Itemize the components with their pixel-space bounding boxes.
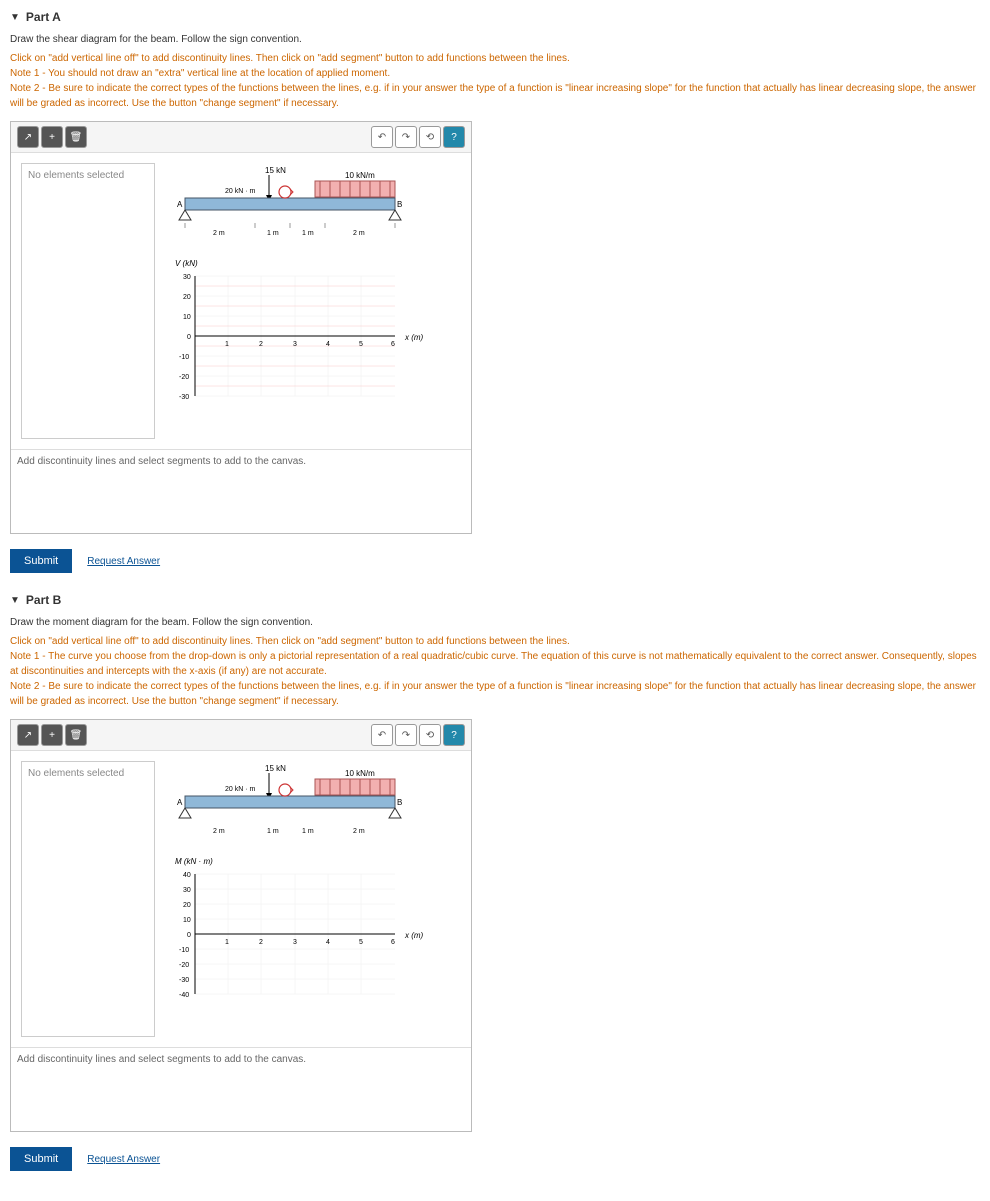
svg-text:10: 10 <box>183 917 191 924</box>
svg-text:10 kN/m: 10 kN/m <box>345 769 375 778</box>
chevron-down-icon: ▼ <box>10 595 20 606</box>
moment-bottom-toolbar: Add discontinuity lines and select segme… <box>11 1047 471 1071</box>
part-a-collapse[interactable]: ▼ Part A <box>10 10 980 24</box>
delete-tool[interactable]: 🗑 <box>65 724 87 746</box>
part-b-line1: Click on "add vertical line off" to add … <box>10 634 980 649</box>
submit-button-b[interactable]: Submit <box>10 1147 72 1171</box>
moment-toolbar: ↗ + 🗑 ↶ ↷ ⟲ ? <box>11 720 471 751</box>
svg-text:2 m: 2 m <box>353 230 365 237</box>
help-button[interactable]: ? <box>443 724 465 746</box>
svg-text:-20: -20 <box>179 962 189 969</box>
svg-text:40: 40 <box>183 872 191 879</box>
svg-text:30: 30 <box>183 887 191 894</box>
svg-text:-10: -10 <box>179 354 189 361</box>
svg-text:5: 5 <box>359 939 363 946</box>
svg-text:6: 6 <box>391 341 395 348</box>
svg-text:1: 1 <box>225 939 229 946</box>
add-tool[interactable]: + <box>41 724 63 746</box>
svg-text:10: 10 <box>183 314 191 321</box>
svg-text:20: 20 <box>183 902 191 909</box>
beam-diagram: 15 kN 10 kN/m A B 20 kN · m 2 m 1 m 1 m 2 m <box>165 761 425 851</box>
svg-text:2 m: 2 m <box>213 230 225 237</box>
point-load-label: 15 kN <box>265 166 286 175</box>
part-b-section: ▼ Part B Draw the moment diagram for the… <box>10 593 980 1171</box>
reset-button[interactable]: ⟲ <box>419 724 441 746</box>
svg-text:x (m): x (m) <box>404 931 424 940</box>
shear-toolbar: ↗ + 🗑 ↶ ↷ ⟲ ? <box>11 122 471 153</box>
delete-tool[interactable]: 🗑 <box>65 126 87 148</box>
moment-plot[interactable]: M (kN · m) 403020100-10-20-30-40 123456 … <box>165 854 425 1034</box>
svg-text:3: 3 <box>293 939 297 946</box>
reset-button[interactable]: ⟲ <box>419 126 441 148</box>
svg-text:2: 2 <box>259 939 263 946</box>
beam-diagram: 15 kN 10 kN/m A B 20 kN · m 2 m 1 m 1 m 2 m <box>165 163 425 253</box>
request-answer-b[interactable]: Request Answer <box>87 1154 160 1165</box>
moment-panel: ↗ + 🗑 ↶ ↷ ⟲ ? No elements selected 15 kN… <box>10 719 472 1132</box>
part-a-note1: Note 1 - You should not draw an "extra" … <box>10 66 980 81</box>
svg-text:0: 0 <box>187 932 191 939</box>
chevron-down-icon: ▼ <box>10 12 20 23</box>
svg-text:-30: -30 <box>179 394 189 401</box>
part-b-title: Part B <box>26 593 61 607</box>
request-answer-a[interactable]: Request Answer <box>87 556 160 567</box>
dist-load-label: 10 kN/m <box>345 171 375 180</box>
part-a-title: Part A <box>26 10 61 24</box>
pointer-tool[interactable]: ↗ <box>17 724 39 746</box>
redo-button[interactable]: ↷ <box>395 126 417 148</box>
part-b-note1: Note 1 - The curve you choose from the d… <box>10 649 980 679</box>
svg-text:A: A <box>177 798 183 807</box>
shear-plot[interactable]: V (kN) 30 20 10 0 -10 -20 -30 1 2 3 4 5 6 x (m) <box>165 256 425 436</box>
svg-text:15 kN: 15 kN <box>265 764 286 773</box>
svg-text:1 m: 1 m <box>267 828 279 835</box>
svg-text:4: 4 <box>326 939 330 946</box>
xlabel: x (m) <box>404 333 424 342</box>
undo-button[interactable]: ↶ <box>371 126 393 148</box>
part-a-note2: Note 2 - Be sure to indicate the correct… <box>10 81 980 111</box>
svg-text:0: 0 <box>187 334 191 341</box>
part-a-intro: Draw the shear diagram for the beam. Fol… <box>10 32 980 47</box>
svg-text:1: 1 <box>225 341 229 348</box>
selection-info: No elements selected <box>21 761 155 1037</box>
part-b-collapse[interactable]: ▼ Part B <box>10 593 980 607</box>
svg-text:2 m: 2 m <box>353 828 365 835</box>
submit-button-a[interactable]: Submit <box>10 549 72 573</box>
help-button[interactable]: ? <box>443 126 465 148</box>
support-a-label: A <box>177 200 183 209</box>
support-b-label: B <box>397 200 402 209</box>
svg-text:-30: -30 <box>179 977 189 984</box>
svg-text:1 m: 1 m <box>302 230 314 237</box>
svg-text:4: 4 <box>326 341 330 348</box>
ylabel-moment: M (kN · m) <box>175 857 213 866</box>
undo-button[interactable]: ↶ <box>371 724 393 746</box>
moment-label: 20 kN · m <box>225 188 256 195</box>
part-b-intro: Draw the moment diagram for the beam. Fo… <box>10 615 980 630</box>
svg-text:1 m: 1 m <box>267 230 279 237</box>
svg-text:1 m: 1 m <box>302 828 314 835</box>
part-a-line1: Click on "add vertical line off" to add … <box>10 51 980 66</box>
svg-text:20: 20 <box>183 294 191 301</box>
shear-panel: ↗ + 🗑 ↶ ↷ ⟲ ? No elements selected 15 kN… <box>10 121 472 534</box>
svg-text:6: 6 <box>391 939 395 946</box>
svg-text:-20: -20 <box>179 374 189 381</box>
svg-text:2 m: 2 m <box>213 828 225 835</box>
svg-text:B: B <box>397 798 402 807</box>
part-a-section: ▼ Part A Draw the shear diagram for the … <box>10 10 980 573</box>
svg-text:20 kN · m: 20 kN · m <box>225 786 256 793</box>
svg-text:5: 5 <box>359 341 363 348</box>
svg-text:2: 2 <box>259 341 263 348</box>
intro-text: Draw the shear diagram for the beam. Fol… <box>10 34 302 45</box>
shear-bottom-toolbar: Add discontinuity lines and select segme… <box>11 449 471 473</box>
redo-button[interactable]: ↷ <box>395 724 417 746</box>
part-b-note2: Note 2 - Be sure to indicate the correct… <box>10 679 980 709</box>
svg-text:-10: -10 <box>179 947 189 954</box>
svg-text:3: 3 <box>293 341 297 348</box>
selection-info: No elements selected <box>21 163 155 439</box>
add-tool[interactable]: + <box>41 126 63 148</box>
svg-text:30: 30 <box>183 274 191 281</box>
ylabel-shear: V (kN) <box>175 259 198 268</box>
svg-text:-40: -40 <box>179 992 189 999</box>
pointer-tool[interactable]: ↗ <box>17 126 39 148</box>
